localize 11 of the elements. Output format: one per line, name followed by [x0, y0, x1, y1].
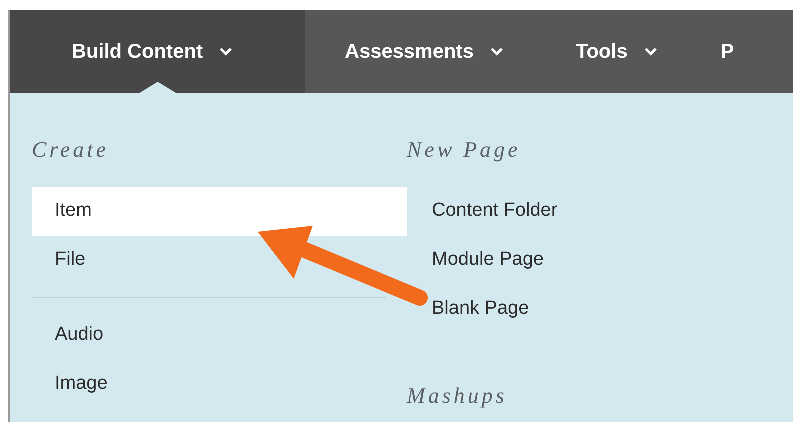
section-heading: Create — [32, 136, 110, 164]
section-heading: Mashups — [407, 382, 508, 410]
menu-item[interactable]: Image — [32, 360, 407, 409]
menu-item[interactable]: Item — [32, 187, 407, 236]
menu-item[interactable]: Content Folder — [407, 187, 793, 236]
section-heading: New Page — [407, 136, 521, 164]
menu-item[interactable]: Module Page — [407, 236, 793, 285]
menu-item[interactable]: File — [32, 236, 407, 285]
menu-tab[interactable]: Build Content — [10, 10, 305, 93]
menu-item[interactable]: Blank Page — [407, 285, 793, 334]
menu-item[interactable]: Audio — [32, 311, 407, 360]
